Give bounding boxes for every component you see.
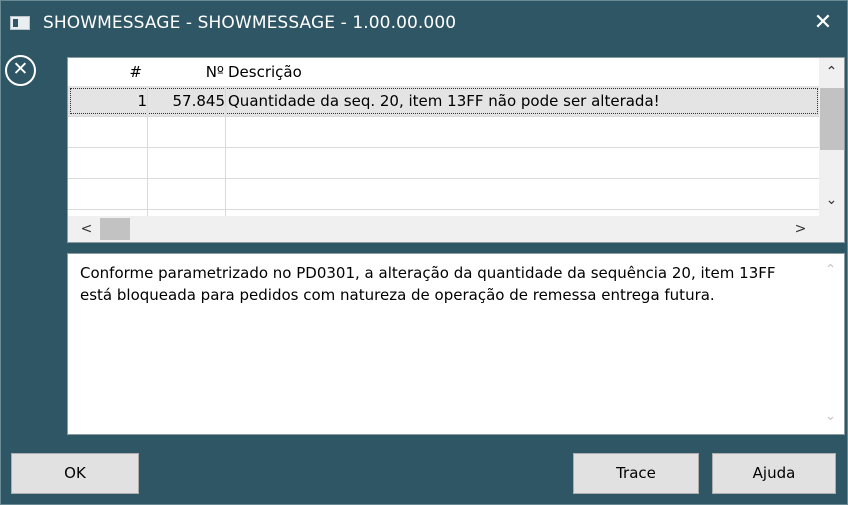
ok-button[interactable]: OK <box>11 453 139 494</box>
vertical-scroll-thumb[interactable] <box>820 88 844 150</box>
column-header-index[interactable]: # <box>118 58 142 86</box>
trace-button[interactable]: Trace <box>573 453 699 494</box>
window-title: SHOWMESSAGE - SHOWMESSAGE - 1.00.00.000 <box>43 13 457 33</box>
scroll-corner <box>819 216 844 242</box>
table-row-empty[interactable] <box>68 179 820 210</box>
messages-grid[interactable]: # Nº Descrição 1 57.845 Quantidade da se… <box>67 57 845 243</box>
table-row-empty[interactable] <box>68 117 820 148</box>
title-bar: SHOWMESSAGE - SHOWMESSAGE - 1.00.00.000 … <box>1 1 847 45</box>
grid-vertical-scrollbar[interactable]: ⌃ ⌄ <box>819 58 844 216</box>
scroll-down-icon[interactable]: ⌄ <box>819 190 844 210</box>
error-circle-x-icon: ✕ <box>5 55 36 86</box>
row-focus-outline <box>70 88 818 114</box>
column-header-description[interactable]: Descrição <box>228 58 302 86</box>
help-button[interactable]: Ajuda <box>712 453 836 494</box>
column-divider <box>225 86 226 216</box>
column-divider <box>147 86 148 216</box>
scroll-right-icon[interactable]: > <box>788 219 813 239</box>
column-header-number[interactable]: Nº <box>150 58 224 86</box>
horizontal-scroll-thumb[interactable] <box>100 218 130 240</box>
scroll-down-icon[interactable]: ⌄ <box>818 406 843 426</box>
close-icon[interactable]: ✕ <box>807 7 839 39</box>
scroll-up-icon[interactable]: ⌃ <box>819 62 844 82</box>
message-detail-text: Conforme parametrizado no PD0301, a alte… <box>80 264 776 304</box>
scroll-left-icon[interactable]: < <box>74 219 99 239</box>
grid-horizontal-scrollbar[interactable]: < > <box>68 216 844 242</box>
detail-vertical-scrollbar[interactable]: ⌃ ⌄ <box>818 254 844 434</box>
window-app-icon <box>10 16 30 30</box>
message-detail-box[interactable]: Conforme parametrizado no PD0301, a alte… <box>67 253 845 435</box>
message-dialog: SHOWMESSAGE - SHOWMESSAGE - 1.00.00.000 … <box>0 0 848 505</box>
scroll-up-icon[interactable]: ⌃ <box>818 260 843 280</box>
table-row-empty[interactable] <box>68 148 820 179</box>
